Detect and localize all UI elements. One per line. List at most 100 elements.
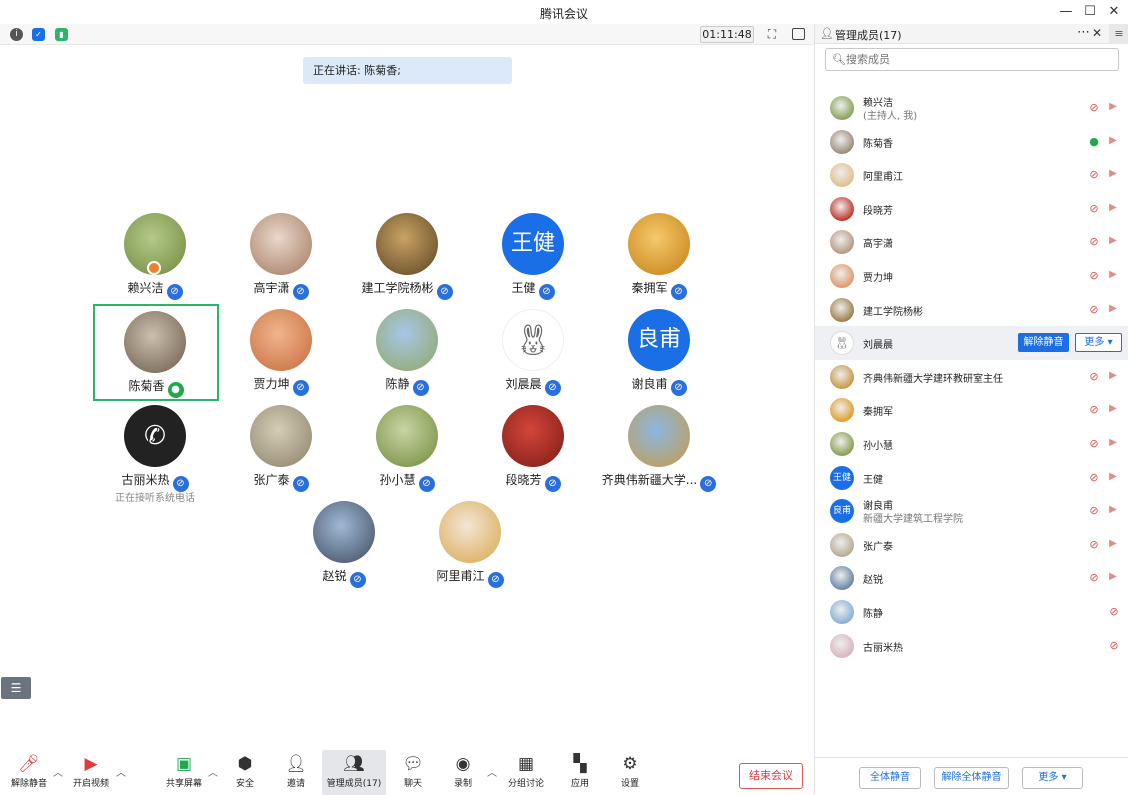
- mic-muted-icon[interactable]: ⊘: [1087, 235, 1101, 249]
- participant-name: 谢良甫: [631, 377, 668, 391]
- settings-button[interactable]: ⚙ 设置: [613, 750, 647, 795]
- share-options-caret[interactable]: ︿: [208, 764, 218, 779]
- mic-muted-icon[interactable]: ⊘: [1087, 504, 1101, 518]
- camera-off-icon[interactable]: ▶︎: [1106, 235, 1120, 249]
- chat-button[interactable]: 💬︎ 聊天: [396, 750, 430, 795]
- minimize-button[interactable]: —: [1056, 3, 1076, 21]
- camera-off-icon[interactable]: ▶︎: [1106, 370, 1120, 384]
- mic-muted-icon[interactable]: ⊘: [1087, 202, 1101, 216]
- manage-members-button[interactable]: 👥︎ 管理成员(17): [322, 750, 386, 795]
- member-row[interactable]: 王健 王健 ⊘ ▶︎: [815, 461, 1128, 495]
- participant-tile[interactable]: 齐典伟新疆大学... ⊘: [597, 405, 721, 501]
- member-name: 孙小慧: [863, 441, 893, 452]
- fullscreen-icon[interactable]: ⛶: [764, 27, 780, 42]
- mic-muted-icon[interactable]: ⊘: [1087, 538, 1101, 552]
- participant-list-toggle-button[interactable]: ☰: [1, 677, 31, 699]
- mic-muted-icon[interactable]: ⊘: [1087, 303, 1101, 317]
- camera-off-icon[interactable]: ▶︎: [1106, 269, 1120, 283]
- meeting-status-bar: i ✓ ▮ 01:11:48 ⛶: [0, 24, 814, 45]
- camera-off-icon[interactable]: ▶︎: [1106, 471, 1120, 485]
- member-row[interactable]: 古丽米热 ⊘: [815, 629, 1128, 663]
- mic-muted-icon[interactable]: ⊘: [1107, 639, 1121, 653]
- end-meeting-button[interactable]: 结束会议: [739, 763, 803, 789]
- member-row[interactable]: 高宇潇 ⊘ ▶︎: [815, 225, 1128, 259]
- share-screen-button[interactable]: ▣ 共享屏幕: [162, 750, 206, 795]
- close-window-button[interactable]: ✕: [1104, 3, 1124, 21]
- audio-options-caret[interactable]: ︿: [53, 764, 63, 779]
- unmute-button[interactable]: 🎤︎ 解除静音: [8, 750, 50, 795]
- signal-icon[interactable]: ▮: [55, 28, 68, 41]
- invite-button[interactable]: 👤︎ 邀请: [279, 750, 313, 795]
- member-row[interactable]: 贾力坤 ⊘ ▶︎: [815, 259, 1128, 293]
- participant-name-row: 阿里甫江 ⊘: [388, 567, 552, 588]
- apps-button[interactable]: ▚ 应用: [563, 750, 597, 795]
- panel-menu-icon[interactable]: ≡: [1109, 24, 1128, 44]
- mic-on-icon[interactable]: ●: [1087, 135, 1101, 149]
- participant-tile[interactable]: 秦拥军 ⊘: [597, 213, 721, 309]
- member-row[interactable]: 段晓芳 ⊘ ▶︎: [815, 192, 1128, 226]
- mic-muted-icon[interactable]: ⊘: [1087, 403, 1101, 417]
- layout-panel-icon[interactable]: [792, 28, 805, 40]
- start-video-button[interactable]: ▶︎ 开启视频: [68, 750, 114, 795]
- participant-name: 王健: [511, 281, 536, 295]
- member-unmute-button[interactable]: 解除静音: [1018, 333, 1069, 353]
- security-button[interactable]: ⬢ 安全: [228, 750, 262, 795]
- member-row[interactable]: 赖兴洁 (主持人, 我) ⊘ ▶︎: [815, 91, 1128, 125]
- member-more-button[interactable]: 更多 ▾: [1075, 333, 1122, 353]
- share-screen-icon: ▣: [175, 754, 193, 774]
- close-panel-icon[interactable]: ✕: [1092, 26, 1102, 40]
- member-row[interactable]: 阿里甫江 ⊘ ▶︎: [815, 158, 1128, 192]
- mic-muted-icon[interactable]: ⊘: [1107, 605, 1121, 619]
- unmute-all-button[interactable]: 解除全体静音: [934, 767, 1009, 789]
- participant-tile[interactable]: 阿里甫江 ⊘: [408, 501, 532, 597]
- video-options-caret[interactable]: ︿: [116, 764, 126, 779]
- record-options-caret[interactable]: ︿: [487, 764, 497, 779]
- member-search-box[interactable]: 🔍︎: [825, 48, 1119, 71]
- mic-muted-icon: 🎤︎: [18, 754, 40, 774]
- camera-off-icon[interactable]: ▶︎: [1106, 504, 1120, 518]
- camera-off-icon[interactable]: ▶︎: [1106, 101, 1120, 115]
- mute-all-button[interactable]: 全体静音: [859, 767, 921, 789]
- record-button[interactable]: ◉ 录制: [446, 750, 480, 795]
- mic-muted-icon[interactable]: ⊘: [1087, 571, 1101, 585]
- member-row[interactable]: 秦拥军 ⊘ ▶︎: [815, 393, 1128, 427]
- mic-muted-icon[interactable]: ⊘: [1087, 101, 1101, 115]
- member-row[interactable]: 陈静 ⊘: [815, 595, 1128, 629]
- member-row[interactable]: 陈菊香 ● ▶︎: [815, 125, 1128, 159]
- participant-tile[interactable]: 良甫 谢良甫 ⊘: [597, 309, 721, 405]
- participant-avatar: [628, 405, 690, 467]
- mic-muted-icon[interactable]: ⊘: [1087, 168, 1101, 182]
- member-avatar: [830, 129, 854, 154]
- participant-name: 齐典伟新疆大学...: [601, 473, 698, 487]
- camera-off-icon[interactable]: ▶︎: [1106, 303, 1120, 317]
- security-shield-icon[interactable]: ✓: [32, 28, 45, 41]
- member-row[interactable]: 良甫 谢良甫 新疆大学建筑工程学院 ⊘ ▶︎: [815, 494, 1128, 528]
- member-row[interactable]: 建工学院杨彬 ⊘ ▶︎: [815, 293, 1128, 327]
- mic-muted-icon[interactable]: ⊘: [1087, 437, 1101, 451]
- breakout-rooms-button[interactable]: ▦ 分组讨论: [504, 750, 548, 795]
- camera-off-icon[interactable]: ▶︎: [1106, 168, 1120, 182]
- camera-off-icon[interactable]: ▶︎: [1106, 437, 1120, 451]
- member-row[interactable]: 张广泰 ⊘ ▶︎: [815, 528, 1128, 562]
- info-icon[interactable]: i: [10, 28, 23, 41]
- camera-off-icon[interactable]: ▶︎: [1106, 202, 1120, 216]
- mic-muted-icon[interactable]: ⊘: [1087, 370, 1101, 384]
- member-row[interactable]: 齐典伟新疆大学建环教研室主任 ⊘ ▶︎: [815, 360, 1128, 394]
- maximize-button[interactable]: ☐: [1080, 3, 1100, 21]
- mic-muted-icon: ⊘: [292, 284, 309, 300]
- camera-off-icon[interactable]: ▶︎: [1106, 135, 1120, 149]
- camera-off-icon[interactable]: ▶︎: [1106, 538, 1120, 552]
- camera-off-icon[interactable]: ▶︎: [1106, 403, 1120, 417]
- mic-muted-icon: ⊘: [700, 476, 717, 492]
- member-row[interactable]: 🐰︎ 刘晨晨 解除静音 更多 ▾: [815, 326, 1128, 361]
- member-search-input[interactable]: [846, 51, 1106, 68]
- member-row[interactable]: 孙小慧 ⊘ ▶︎: [815, 427, 1128, 461]
- mic-muted-icon[interactable]: ⊘: [1087, 269, 1101, 283]
- member-row[interactable]: 赵锐 ⊘ ▶︎: [815, 561, 1128, 595]
- mic-muted-icon[interactable]: ⊘: [1087, 471, 1101, 485]
- mic-muted-icon: ⊘: [166, 284, 183, 300]
- more-options-icon[interactable]: ⋯: [1077, 25, 1090, 40]
- camera-off-icon[interactable]: ▶︎: [1106, 571, 1120, 585]
- panel-more-button[interactable]: 更多 ▾: [1022, 767, 1083, 789]
- security-label: 安全: [235, 779, 254, 789]
